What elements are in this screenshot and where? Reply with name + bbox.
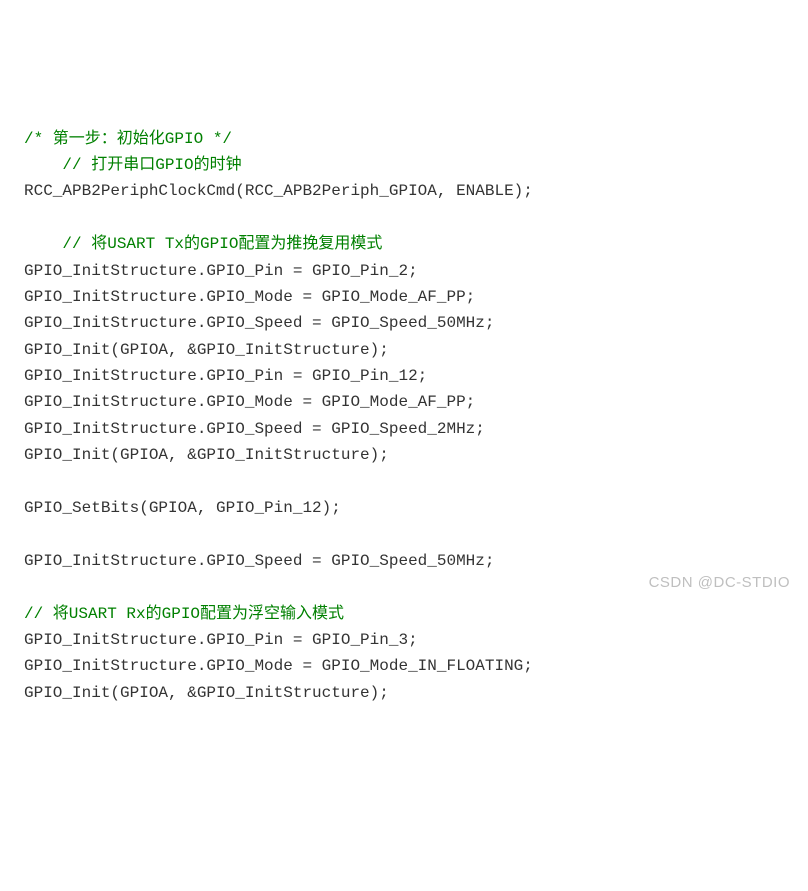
code-line: GPIO_InitStructure.GPIO_Speed = GPIO_Spe… [24, 548, 784, 574]
code-line: GPIO_InitStructure.GPIO_Mode = GPIO_Mode… [24, 284, 784, 310]
code-line: GPIO_SetBits(GPIOA, GPIO_Pin_12); [24, 495, 784, 521]
code-line: GPIO_InitStructure.GPIO_Pin = GPIO_Pin_2… [24, 258, 784, 284]
code-line: GPIO_InitStructure.GPIO_Speed = GPIO_Spe… [24, 416, 784, 442]
code-line: GPIO_Init(GPIOA, &GPIO_InitStructure); [24, 680, 784, 706]
code-line: GPIO_Init(GPIOA, &GPIO_InitStructure); [24, 337, 784, 363]
code-line: // 打开串口GPIO的时钟 [24, 152, 784, 178]
code-block: /* 第一步：初始化GPIO */ // 打开串口GPIO的时钟RCC_APB2… [24, 126, 784, 707]
code-line: GPIO_InitStructure.GPIO_Pin = GPIO_Pin_1… [24, 363, 784, 389]
code-line: GPIO_InitStructure.GPIO_Pin = GPIO_Pin_3… [24, 627, 784, 653]
code-line [24, 574, 784, 600]
code-line: GPIO_InitStructure.GPIO_Speed = GPIO_Spe… [24, 310, 784, 336]
code-line: GPIO_Init(GPIOA, &GPIO_InitStructure); [24, 442, 784, 468]
code-line: GPIO_InitStructure.GPIO_Mode = GPIO_Mode… [24, 389, 784, 415]
code-line [24, 205, 784, 231]
code-line: /* 第一步：初始化GPIO */ [24, 126, 784, 152]
code-line: RCC_APB2PeriphClockCmd(RCC_APB2Periph_GP… [24, 178, 784, 204]
code-line: GPIO_InitStructure.GPIO_Mode = GPIO_Mode… [24, 653, 784, 679]
code-line: // 将USART Tx的GPIO配置为推挽复用模式 [24, 231, 784, 257]
code-line: // 将USART Rx的GPIO配置为浮空输入模式 [24, 601, 784, 627]
code-line [24, 521, 784, 547]
code-line [24, 469, 784, 495]
